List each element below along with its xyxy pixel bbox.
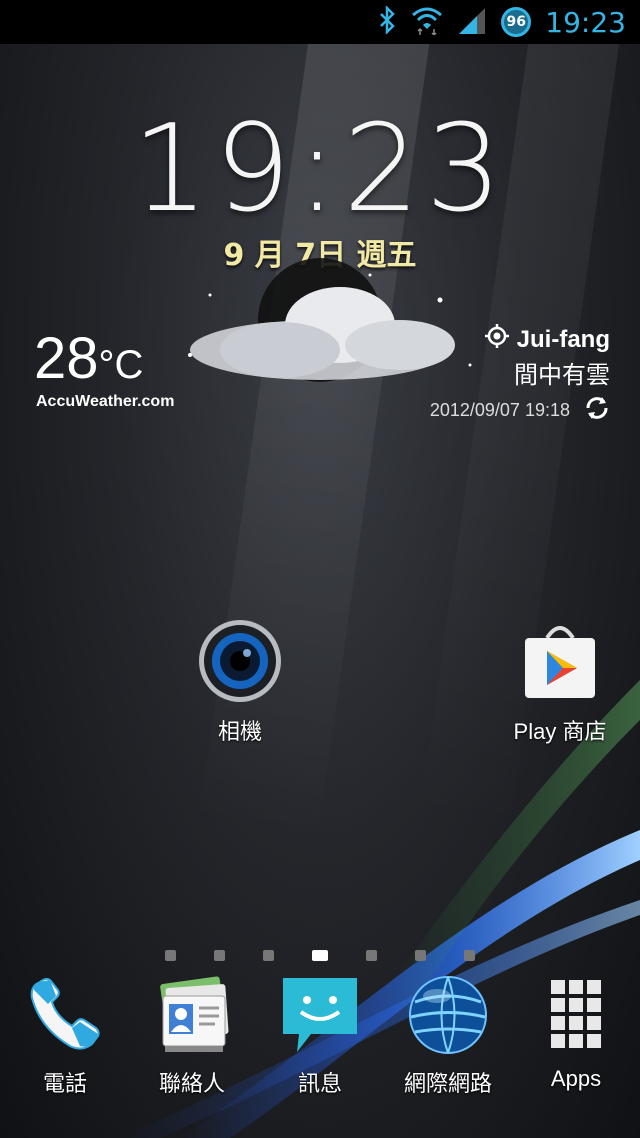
status-bar: 96 19:23 bbox=[0, 0, 640, 44]
app-camera[interactable]: 相機 bbox=[190, 618, 290, 746]
status-time: 19:23 bbox=[545, 5, 626, 39]
camera-icon bbox=[199, 620, 281, 702]
weather-updated: 2012/09/07 19:18 bbox=[430, 395, 610, 426]
clock-time[interactable]: 19:23 bbox=[0, 100, 640, 239]
dock-phone[interactable]: 電話 bbox=[10, 972, 120, 1098]
dock-contacts[interactable]: 聯絡人 bbox=[137, 972, 247, 1098]
page-dot[interactable] bbox=[366, 950, 377, 961]
play-store-icon bbox=[525, 626, 595, 698]
partly-cloudy-night-icon[interactable] bbox=[170, 255, 490, 415]
messages-icon bbox=[283, 978, 357, 1052]
contacts-icon bbox=[160, 976, 229, 1052]
refresh-icon[interactable] bbox=[584, 395, 610, 426]
page-dot[interactable] bbox=[165, 950, 176, 961]
bluetooth-icon bbox=[377, 4, 397, 38]
weather-location[interactable]: Jui-fang bbox=[484, 324, 610, 355]
dock-browser[interactable]: 網際網路 bbox=[393, 972, 503, 1098]
page-dot[interactable] bbox=[214, 950, 225, 961]
browser-icon bbox=[409, 976, 487, 1054]
weather-condition: 間中有雲 bbox=[514, 362, 610, 389]
app-play-store[interactable]: Play 商店 bbox=[500, 618, 620, 746]
weather-provider: AccuWeather.com bbox=[36, 393, 175, 410]
page-dot[interactable] bbox=[464, 950, 475, 961]
page-dot-active[interactable] bbox=[312, 950, 328, 961]
location-target-icon bbox=[484, 324, 509, 355]
signal-icon bbox=[457, 6, 487, 38]
weather-temperature[interactable]: 28°C bbox=[34, 325, 143, 392]
wifi-icon bbox=[411, 5, 443, 39]
dock-messages[interactable]: 訊息 bbox=[265, 972, 375, 1098]
dock-apps[interactable]: Apps bbox=[521, 972, 631, 1092]
page-indicator bbox=[0, 950, 640, 961]
apps-grid-icon bbox=[551, 980, 601, 1048]
page-dot[interactable] bbox=[263, 950, 274, 961]
battery-icon: 96 bbox=[501, 7, 532, 37]
page-dot[interactable] bbox=[415, 950, 426, 961]
phone-icon bbox=[30, 977, 100, 1050]
